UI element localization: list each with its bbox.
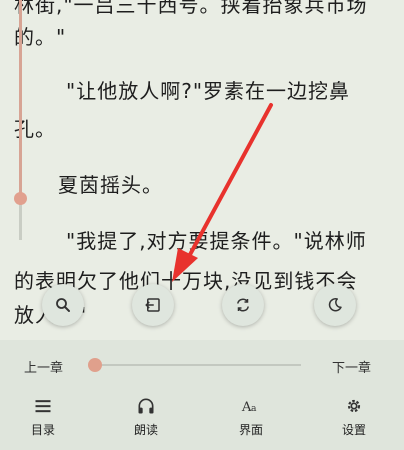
search-icon xyxy=(56,298,70,312)
list-icon xyxy=(35,400,51,413)
chapter-progress-thumb[interactable] xyxy=(88,358,102,372)
night-mode-button[interactable] xyxy=(314,284,356,326)
text-line: 夏茵摇头。 xyxy=(58,173,163,197)
text-line: 的。" xyxy=(14,25,67,49)
text-line: 林街,"一吕三十西号。挟着抬象兵市场 xyxy=(14,0,368,17)
bottom-panel: 上一章 下一章 目录 朗读 A a 界面 设置 xyxy=(0,340,404,450)
tab-label: 界面 xyxy=(238,423,263,437)
next-chapter-button[interactable]: 下一章 xyxy=(332,357,371,376)
headphones-icon xyxy=(138,398,154,414)
font-icon: A a xyxy=(241,400,257,415)
prev-chapter-button[interactable]: 上一章 xyxy=(24,357,63,376)
exit-icon xyxy=(145,298,160,312)
tab-settings[interactable]: 设置 xyxy=(319,392,389,440)
exit-button[interactable] xyxy=(132,284,174,326)
tab-label: 朗读 xyxy=(133,423,158,437)
tab-catalog[interactable]: 目录 xyxy=(8,392,78,440)
chapter-progress-track[interactable] xyxy=(95,364,301,366)
svg-text:a: a xyxy=(251,403,257,414)
refresh-icon xyxy=(237,298,249,312)
brightness-slider-thumb[interactable] xyxy=(14,192,27,205)
text-line: "让他放人啊?"罗素在一边挖鼻 xyxy=(66,79,351,103)
search-button[interactable] xyxy=(42,284,84,326)
brightness-slider-fill xyxy=(19,0,22,198)
gear-icon xyxy=(347,399,361,413)
text-line: 孔。 xyxy=(14,117,56,141)
tab-label: 目录 xyxy=(30,423,55,437)
tab-read-aloud[interactable]: 朗读 xyxy=(111,392,181,440)
tab-label: 设置 xyxy=(341,423,366,437)
moon-icon xyxy=(328,298,342,312)
refresh-button[interactable] xyxy=(222,284,264,326)
tab-interface[interactable]: A a 界面 xyxy=(216,392,286,440)
text-line: "我提了,对方要提条件。"说林师 xyxy=(66,229,367,253)
